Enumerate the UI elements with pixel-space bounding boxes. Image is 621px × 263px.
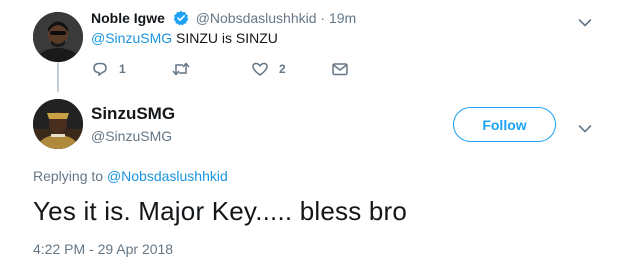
reply-button[interactable]: 1 (91, 60, 126, 78)
parent-tweet-text: @SinzuSMG SINZU is SINZU (91, 29, 278, 47)
parent-handle[interactable]: @Nobsdaslushhkid (196, 10, 317, 26)
avatar-sinzusmg[interactable] (33, 99, 83, 149)
separator-dot: · (320, 10, 326, 26)
chevron-down-icon[interactable] (578, 15, 592, 27)
follow-button[interactable]: Follow (453, 107, 556, 142)
verified-badge-icon (173, 10, 189, 30)
parent-tweet-header: Noble Igwe @Nobsdaslushhkid · 19m (91, 9, 356, 30)
reply-count: 1 (119, 62, 126, 76)
parent-time[interactable]: 19m (329, 10, 356, 26)
like-count: 2 (279, 62, 286, 76)
main-display-name[interactable]: SinzuSMG (91, 103, 175, 125)
parent-tweet-body: SINZU is SINZU (172, 30, 278, 46)
mention-link[interactable]: @SinzuSMG (91, 30, 172, 46)
main-tweet-text: Yes it is. Major Key..... bless bro (33, 196, 408, 226)
replying-to: Replying to @Nobsdaslushhkid (33, 167, 228, 185)
chevron-down-icon[interactable] (578, 121, 592, 133)
envelope-icon (332, 63, 348, 76)
main-handle[interactable]: @SinzuSMG (91, 127, 172, 145)
replying-to-link[interactable]: @Nobsdaslushhkid (107, 168, 228, 184)
replying-to-label: Replying to (33, 168, 107, 184)
thread-connector (57, 62, 59, 92)
retweet-button[interactable] (171, 60, 201, 78)
parent-display-name[interactable]: Noble Igwe (91, 10, 165, 26)
parent-tweet-actions: 1 2 (91, 60, 351, 80)
like-button[interactable]: 2 (251, 60, 286, 78)
direct-message-button[interactable] (331, 60, 349, 78)
heart-icon (252, 62, 268, 76)
reply-icon (93, 62, 107, 76)
tweet-timestamp[interactable]: 4:22 PM - 29 Apr 2018 (33, 240, 173, 258)
avatar-noble-igwe[interactable] (33, 12, 83, 62)
retweet-icon (172, 62, 190, 76)
